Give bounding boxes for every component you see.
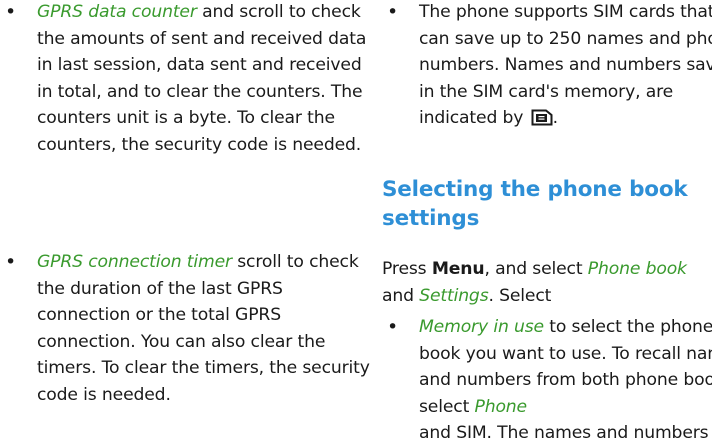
sim-support-description: The phone supports SIM cards that can sa… bbox=[419, 2, 712, 128]
instruction-press: Press bbox=[382, 259, 432, 279]
bullet-icon: • bbox=[5, 1, 17, 23]
bullet-icon: • bbox=[387, 316, 399, 338]
gprs-data-counter-text: GPRS data counter and scroll to check th… bbox=[37, 0, 375, 158]
instruction-text: Press Menu, and select Phone book and Set… bbox=[382, 256, 712, 309]
gprs-connection-timer-description: scroll to check the duration of the last… bbox=[37, 252, 370, 405]
instruction-and: and bbox=[382, 285, 420, 306]
list-item-gprs-connection-timer: • GPRS connection timer scroll to check … bbox=[0, 249, 375, 408]
bullet-icon: • bbox=[5, 251, 17, 273]
list-item-memory-in-use: • Memory in use to select the phone book… bbox=[382, 314, 712, 447]
sim-card-icon bbox=[531, 109, 553, 126]
memory-in-use-cut-line: and SIM. The names and numbers bbox=[419, 423, 709, 443]
instruction-select-end: . Select bbox=[488, 285, 552, 306]
gprs-connection-timer-text: GPRS connection timer scroll to check th… bbox=[37, 249, 375, 408]
gprs-data-counter-description: and scroll to check the amounts of sent … bbox=[37, 2, 367, 155]
memory-in-use-text: Memory in use to select the phone book y… bbox=[419, 314, 712, 447]
bullet-icon: • bbox=[387, 1, 399, 23]
option-phone: Phone bbox=[474, 396, 527, 417]
menu-label: Menu bbox=[431, 259, 485, 279]
term-gprs-data-counter: GPRS data counter bbox=[37, 2, 197, 22]
settings-label: Settings bbox=[419, 285, 489, 306]
list-item-sim-support: • The phone supports SIM cards that can … bbox=[382, 0, 712, 132]
term-memory-in-use: Memory in use bbox=[419, 317, 544, 337]
manual-page: • GPRS data counter and scroll to check … bbox=[0, 0, 712, 447]
sim-support-period: . bbox=[552, 108, 558, 128]
sim-support-text: The phone supports SIM cards that can sa… bbox=[419, 0, 712, 132]
list-item-gprs-data-counter: • GPRS data counter and scroll to check … bbox=[0, 0, 375, 158]
instruction-and-select: , and select bbox=[484, 259, 588, 279]
term-gprs-connection-timer: GPRS connection timer bbox=[37, 252, 232, 272]
section-heading: Selecting the phone book settings bbox=[382, 177, 688, 231]
phone-book-label: Phone book bbox=[587, 259, 687, 279]
